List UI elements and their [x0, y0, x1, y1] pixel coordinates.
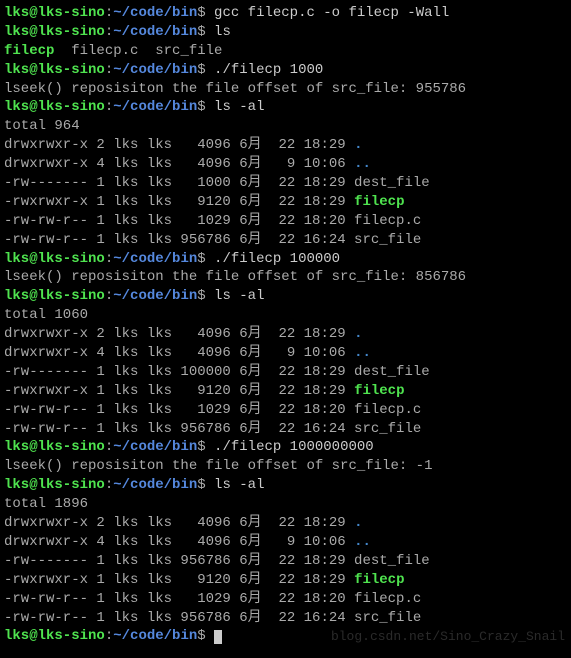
colon: : — [105, 24, 113, 40]
command-text: ls -al — [206, 477, 265, 493]
cwd-path: ~/code/bin — [113, 251, 197, 267]
executable-name: filecp — [4, 43, 54, 59]
colon: : — [105, 99, 113, 115]
colon: : — [105, 62, 113, 78]
output-line: -rw-rw-r-- 1 lks lks 956786 6月 22 16:24 … — [4, 231, 567, 250]
prompt-line[interactable]: lks@lks-sino:~/code/bin$ gcc filecp.c -o… — [4, 4, 567, 23]
dir-name: .. — [354, 345, 371, 361]
prompt-line[interactable]: lks@lks-sino:~/code/bin$ ls -al — [4, 98, 567, 117]
cwd-path: ~/code/bin — [113, 288, 197, 304]
output-line: drwxrwxr-x 4 lks lks 4096 6月 9 10:06 .. — [4, 533, 567, 552]
prompt-line[interactable]: lks@lks-sino:~/code/bin$ ls -al — [4, 476, 567, 495]
dir-name: . — [354, 137, 362, 153]
colon: : — [105, 628, 113, 644]
output-line: total 1896 — [4, 495, 567, 514]
output-line: -rwxrwxr-x 1 lks lks 9120 6月 22 18:29 fi… — [4, 571, 567, 590]
file-list: filecp.c src_file — [54, 43, 222, 59]
cwd-path: ~/code/bin — [113, 439, 197, 455]
output-line: drwxrwxr-x 2 lks lks 4096 6月 22 18:29 . — [4, 136, 567, 155]
executable-name: filecp — [354, 383, 404, 399]
command-text: ./filecp 1000 — [206, 62, 324, 78]
user-host: lks@lks-sino — [4, 24, 105, 40]
output-line: -rw-rw-r-- 1 lks lks 956786 6月 22 16:24 … — [4, 609, 567, 628]
prompt-line[interactable]: lks@lks-sino:~/code/bin$ ./filecp 1000 — [4, 61, 567, 80]
colon: : — [105, 251, 113, 267]
output-line: total 1060 — [4, 306, 567, 325]
prompt-line[interactable]: lks@lks-sino:~/code/bin$ ./filecp 100000… — [4, 438, 567, 457]
terminal[interactable]: lks@lks-sino:~/code/bin$ gcc filecp.c -o… — [4, 4, 567, 646]
cwd-path: ~/code/bin — [113, 24, 197, 40]
cwd-path: ~/code/bin — [113, 99, 197, 115]
cwd-path: ~/code/bin — [113, 477, 197, 493]
user-host: lks@lks-sino — [4, 288, 105, 304]
dollar-sign: $ — [197, 439, 205, 455]
dollar-sign: $ — [197, 288, 205, 304]
output-line: lseek() reposisiton the file offset of s… — [4, 268, 567, 287]
colon: : — [105, 288, 113, 304]
output-line: -rw------- 1 lks lks 956786 6月 22 18:29 … — [4, 552, 567, 571]
prompt-line[interactable]: lks@lks-sino:~/code/bin$ ls -al — [4, 287, 567, 306]
command-text: ls — [206, 24, 231, 40]
output-line: filecp filecp.c src_file — [4, 42, 567, 61]
dollar-sign: $ — [197, 99, 205, 115]
prompt-line[interactable]: lks@lks-sino:~/code/bin$ ./filecp 100000 — [4, 250, 567, 269]
output-line: drwxrwxr-x 4 lks lks 4096 6月 9 10:06 .. — [4, 155, 567, 174]
output-line: -rwxrwxr-x 1 lks lks 9120 6月 22 18:29 fi… — [4, 382, 567, 401]
output-line: -rw-rw-r-- 1 lks lks 1029 6月 22 18:20 fi… — [4, 590, 567, 609]
prompt-line[interactable]: lks@lks-sino:~/code/bin$ ls — [4, 23, 567, 42]
colon: : — [105, 477, 113, 493]
user-host: lks@lks-sino — [4, 477, 105, 493]
command-text: ./filecp 100000 — [206, 251, 340, 267]
output-line: -rw-rw-r-- 1 lks lks 1029 6月 22 18:20 fi… — [4, 401, 567, 420]
dollar-sign: $ — [197, 24, 205, 40]
command-text: ./filecp 1000000000 — [206, 439, 374, 455]
output-line: drwxrwxr-x 2 lks lks 4096 6月 22 18:29 . — [4, 325, 567, 344]
output-line: -rw------- 1 lks lks 1000 6月 22 18:29 de… — [4, 174, 567, 193]
output-line: -rw-rw-r-- 1 lks lks 1029 6月 22 18:20 fi… — [4, 212, 567, 231]
cwd-path: ~/code/bin — [113, 62, 197, 78]
dollar-sign: $ — [197, 62, 205, 78]
dollar-sign: $ — [197, 477, 205, 493]
dir-name: .. — [354, 534, 371, 550]
user-host: lks@lks-sino — [4, 5, 105, 21]
cwd-path: ~/code/bin — [113, 628, 197, 644]
dir-name: .. — [354, 156, 371, 172]
user-host: lks@lks-sino — [4, 439, 105, 455]
output-line: drwxrwxr-x 4 lks lks 4096 6月 9 10:06 .. — [4, 344, 567, 363]
output-line: lseek() reposisiton the file offset of s… — [4, 80, 567, 99]
output-line: -rw------- 1 lks lks 100000 6月 22 18:29 … — [4, 363, 567, 382]
watermark-text: blog.csdn.net/Sino_Crazy_Snail — [331, 628, 565, 646]
output-line: lseek() reposisiton the file offset of s… — [4, 457, 567, 476]
dollar-sign: $ — [197, 5, 205, 21]
output-line: drwxrwxr-x 2 lks lks 4096 6月 22 18:29 . — [4, 514, 567, 533]
dir-name: . — [354, 326, 362, 342]
dollar-sign: $ — [197, 628, 205, 644]
user-host: lks@lks-sino — [4, 251, 105, 267]
dir-name: . — [354, 515, 362, 531]
command-text: ls -al — [206, 99, 265, 115]
executable-name: filecp — [354, 194, 404, 210]
output-line: -rwxrwxr-x 1 lks lks 9120 6月 22 18:29 fi… — [4, 193, 567, 212]
command-text: ls -al — [206, 288, 265, 304]
user-host: lks@lks-sino — [4, 628, 105, 644]
cursor — [214, 630, 222, 644]
colon: : — [105, 439, 113, 455]
dollar-sign: $ — [197, 251, 205, 267]
command-text: gcc filecp.c -o filecp -Wall — [206, 5, 450, 21]
output-line: -rw-rw-r-- 1 lks lks 956786 6月 22 16:24 … — [4, 420, 567, 439]
user-host: lks@lks-sino — [4, 62, 105, 78]
cwd-path: ~/code/bin — [113, 5, 197, 21]
colon: : — [105, 5, 113, 21]
executable-name: filecp — [354, 572, 404, 588]
user-host: lks@lks-sino — [4, 99, 105, 115]
output-line: total 964 — [4, 117, 567, 136]
